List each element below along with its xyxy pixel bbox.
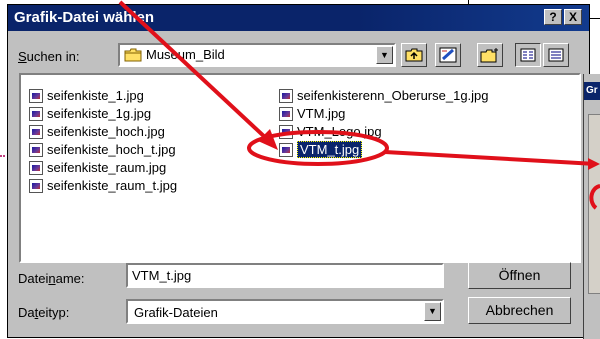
folder-icon (124, 48, 142, 62)
image-file-icon (29, 106, 43, 121)
file-open-dialog: Grafik-Datei wählen ? X Suchen in: Museu… (7, 4, 590, 338)
desktop-icon (439, 47, 457, 63)
list-item[interactable]: seifenkiste_raum.jpg (29, 159, 166, 176)
file-list[interactable]: seifenkiste_1.jpg seifenkiste_1g.jpg sei… (19, 73, 581, 263)
filetype-value: Grafik-Dateien (134, 305, 218, 320)
background-dialog-title: Gr (584, 82, 600, 100)
new-folder-icon (480, 48, 498, 63)
background-dialog: Gr (583, 74, 600, 339)
new-folder-button[interactable] (477, 43, 503, 67)
close-button[interactable]: X (564, 9, 582, 25)
list-item[interactable]: seifenkisterenn_Oberurse_1g.jpg (279, 87, 489, 104)
list-item[interactable]: seifenkiste_hoch_t.jpg (29, 141, 176, 158)
list-item[interactable]: seifenkiste_1.jpg (29, 87, 144, 104)
dialog-title: Grafik-Datei wählen (14, 9, 155, 26)
image-file-icon (279, 106, 293, 121)
dialog-titlebar[interactable]: Grafik-Datei wählen ? X (8, 5, 589, 31)
image-file-icon (29, 142, 43, 157)
list-view-button[interactable] (515, 43, 541, 67)
image-file-icon (279, 142, 293, 157)
folder-up-icon (405, 48, 423, 62)
list-item-selected[interactable]: VTM_t.jpg (279, 141, 363, 158)
details-view-icon (548, 48, 564, 62)
filename-label: Dateiname: (18, 271, 85, 286)
list-view-icon (520, 48, 536, 62)
image-file-icon (29, 160, 43, 175)
list-item[interactable]: seifenkiste_hoch.jpg (29, 123, 165, 140)
image-file-icon (279, 88, 293, 103)
background-dialog-panel (588, 114, 600, 294)
desktop-button[interactable] (435, 43, 461, 67)
chevron-down-icon[interactable]: ▼ (376, 46, 393, 64)
lookin-value: Museum_Bild (146, 47, 225, 62)
lookin-dropdown[interactable]: Museum_Bild ▼ (118, 43, 396, 67)
help-button[interactable]: ? (544, 9, 562, 25)
details-view-button[interactable] (543, 43, 569, 67)
list-item[interactable]: seifenkiste_raum_t.jpg (29, 177, 177, 194)
image-file-icon (29, 88, 43, 103)
image-file-icon (29, 124, 43, 139)
chevron-down-icon[interactable]: ▼ (424, 302, 441, 321)
filetype-dropdown[interactable]: Grafik-Dateien ▼ (126, 299, 444, 324)
image-file-icon (29, 178, 43, 193)
cancel-button[interactable]: Abbrechen (468, 297, 571, 324)
lookin-label: Suchen in: (18, 49, 80, 64)
list-item[interactable]: seifenkiste_1g.jpg (29, 105, 151, 122)
up-folder-button[interactable] (401, 43, 427, 67)
open-button[interactable]: Öffnen (468, 262, 571, 289)
list-item[interactable]: VTM_Logo.jpg (279, 123, 382, 140)
filename-input[interactable]: VTM_t.jpg (126, 263, 444, 288)
list-item[interactable]: VTM.jpg (279, 105, 345, 122)
filetype-label: Dateityp: (18, 305, 70, 320)
image-file-icon (279, 124, 293, 139)
